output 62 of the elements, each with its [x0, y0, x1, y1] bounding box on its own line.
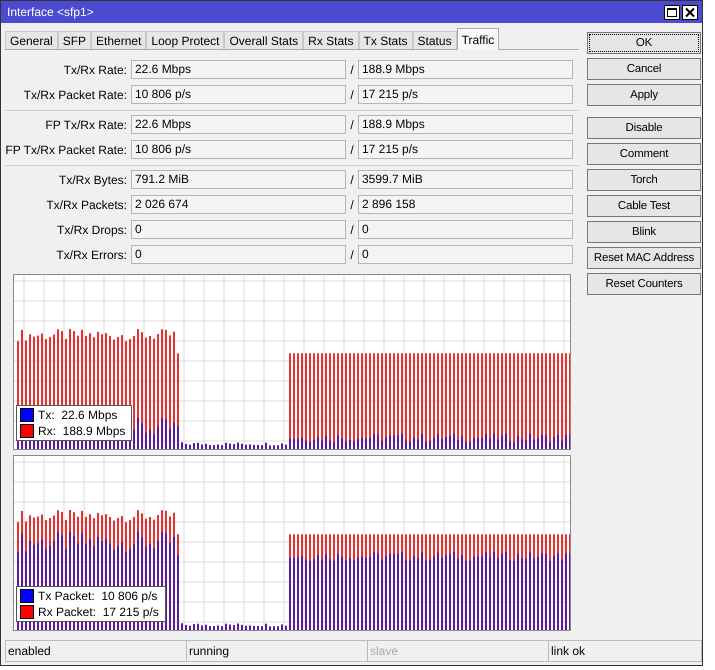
- value-field: 188.9 Mbps: [358, 60, 573, 79]
- value-field: 2 896 158: [358, 195, 573, 214]
- separator-slash: /: [349, 142, 355, 156]
- field-label: Tx/Rx Errors:: [55, 248, 128, 262]
- value-field: 17 215 p/s: [358, 85, 573, 104]
- status-cell: running: [187, 641, 368, 661]
- value-field: 10 806 p/s: [131, 140, 346, 159]
- legend-label: Tx: 22.6 Mbps: [38, 408, 118, 422]
- separator-slash: /: [349, 88, 355, 102]
- tab[interactable]: SFP: [58, 31, 92, 49]
- tab[interactable]: Status: [412, 31, 457, 49]
- status-cell: enabled: [6, 641, 187, 661]
- separator-slash: /: [349, 118, 355, 132]
- separator-slash: /: [349, 222, 355, 236]
- value-field: 22.6 Mbps: [131, 115, 346, 134]
- dialog-button[interactable]: Blink: [587, 221, 701, 243]
- field-label: Tx/Rx Rate:: [62, 62, 128, 76]
- legend-label: Tx Packet: 10 806 p/s: [38, 589, 158, 603]
- tab[interactable]: Loop Protect: [146, 31, 224, 49]
- legend-label: Rx Packet: 17 215 p/s: [38, 605, 159, 619]
- separator-slash: /: [349, 198, 355, 212]
- dialog-button[interactable]: Cancel: [587, 58, 701, 80]
- separator-slash: /: [349, 62, 355, 76]
- separator-slash: /: [349, 172, 355, 186]
- field-label: FP Tx/Rx Rate:: [44, 118, 128, 132]
- dialog-button[interactable]: Apply: [587, 84, 701, 106]
- tab[interactable]: General: [5, 31, 58, 49]
- value-field: 188.9 Mbps: [358, 115, 573, 134]
- separator-slash: /: [349, 248, 355, 262]
- status-cell-text: link ok: [550, 643, 586, 660]
- field-label: Tx/Rx Bytes:: [58, 172, 128, 186]
- tab[interactable]: Ethernet: [91, 31, 146, 49]
- status-cell: slave: [368, 641, 549, 661]
- tab[interactable]: Traffic: [456, 28, 500, 50]
- window-title: Interface <sfp1>: [7, 5, 94, 19]
- tab[interactable]: Overall Stats: [224, 31, 304, 49]
- value-field: 0: [131, 245, 346, 264]
- value-field: 0: [358, 245, 573, 264]
- value-field: 0: [131, 220, 346, 239]
- maximize-icon[interactable]: [664, 4, 680, 20]
- value-field: 0: [358, 220, 573, 239]
- dialog-button[interactable]: Disable: [587, 117, 701, 139]
- field-label: Tx/Rx Packets:: [45, 198, 128, 212]
- field-label: Tx/Rx Drops:: [56, 222, 128, 236]
- value-field: 10 806 p/s: [131, 85, 346, 104]
- dialog-button[interactable]: Reset Counters: [587, 273, 701, 295]
- value-field: 17 215 p/s: [358, 140, 573, 159]
- field-label: FP Tx/Rx Packet Rate:: [5, 142, 128, 156]
- dialog-button[interactable]: Reset MAC Address: [587, 247, 701, 269]
- close-icon[interactable]: [682, 4, 698, 20]
- dialog-button[interactable]: OK: [587, 32, 701, 54]
- tab[interactable]: Tx Stats: [358, 31, 413, 49]
- dialog-button[interactable]: Cable Test: [587, 195, 701, 217]
- value-field: 791.2 MiB: [131, 170, 346, 189]
- legend-label: Rx: 188.9 Mbps: [38, 424, 126, 438]
- field-label: Tx/Rx Packet Rate:: [22, 88, 128, 102]
- value-field: 3599.7 MiB: [358, 170, 573, 189]
- value-field: 22.6 Mbps: [131, 60, 346, 79]
- dialog-button[interactable]: Comment: [587, 143, 701, 165]
- value-field: 2 026 674: [131, 195, 346, 214]
- dialog-button[interactable]: Torch: [587, 169, 701, 191]
- tab[interactable]: Rx Stats: [303, 31, 359, 49]
